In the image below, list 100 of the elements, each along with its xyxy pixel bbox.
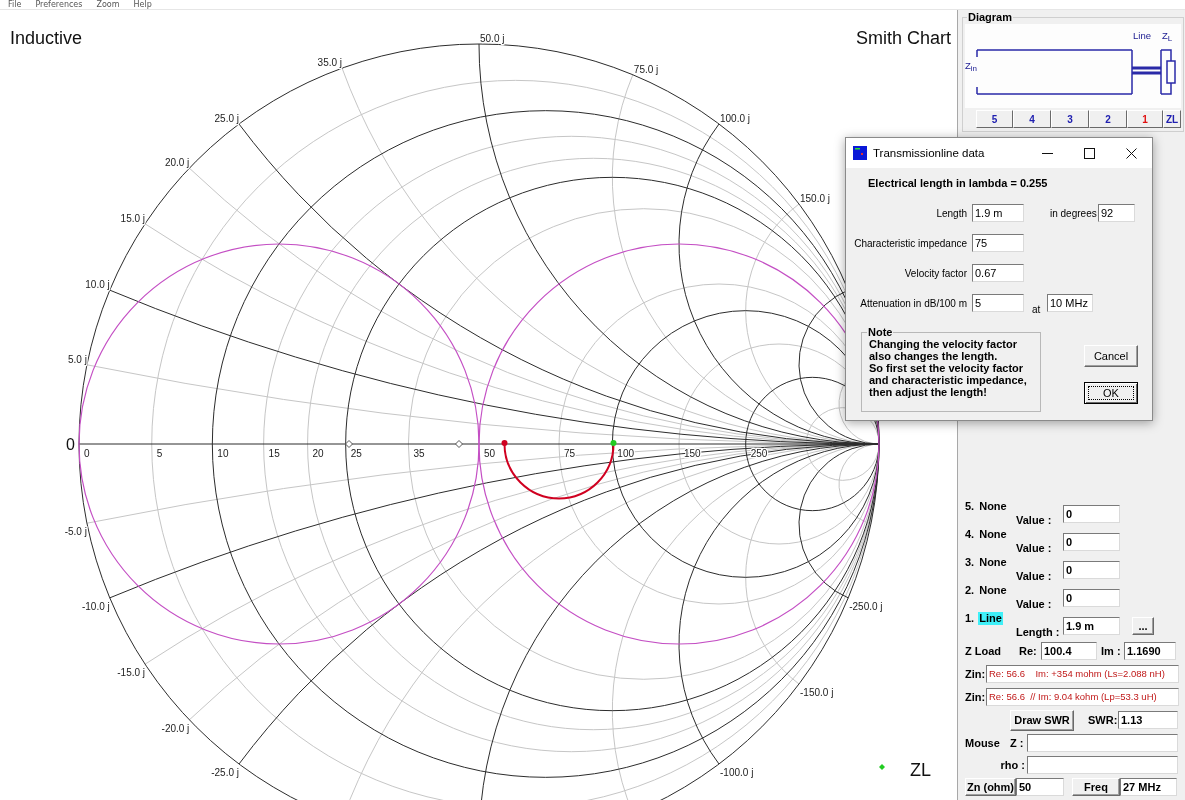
resistance-label: 50 [484, 448, 496, 459]
input-field[interactable]: 75 [972, 234, 1024, 252]
dialog-button[interactable]: Cancel [1084, 345, 1138, 367]
element-button[interactable]: 4 [1013, 110, 1051, 128]
input-field[interactable] [1027, 756, 1178, 774]
input-field[interactable]: 1.13 [1118, 711, 1178, 729]
resistance-label: 100 [617, 448, 634, 459]
input-field[interactable]: 5 [972, 294, 1024, 312]
menu-item[interactable]: Zoom [96, 0, 120, 9]
field-label: Im : [1101, 645, 1122, 657]
app-icon [853, 146, 867, 160]
field-label: SWR: [1088, 714, 1118, 726]
input-field[interactable]: 92 [1098, 204, 1135, 222]
load-impedance-marker [610, 440, 617, 446]
menu-item[interactable]: Help [133, 0, 152, 9]
input-field[interactable]: 100.4 [1041, 642, 1097, 660]
reactance-label: 5.0 j [68, 353, 87, 365]
element-type[interactable]: Line [978, 612, 1003, 625]
input-field[interactable] [1027, 734, 1178, 752]
reactance-label: -150.0 j [800, 687, 834, 698]
resistance-label: 25 [350, 448, 362, 459]
reactance-label: 50.0 j [480, 33, 505, 44]
field-label: Mouse [965, 737, 1001, 749]
chart-title: Smith Chart [856, 28, 952, 48]
resistance-label: 15 [268, 448, 280, 459]
element-type[interactable]: None [978, 528, 1008, 541]
resistance-label: 75 [564, 448, 576, 459]
origin-label: 0 [66, 436, 75, 453]
setting-button[interactable]: Freq [1072, 778, 1120, 796]
reactance-label: 100.0 j [720, 113, 751, 124]
group-title: Note [867, 326, 894, 338]
reactance-label: -25.0 j [211, 767, 239, 778]
readout-field: Re: 56.6 Im: +354 mohm (Ls=2.088 nH) [986, 664, 1179, 683]
dialog-title: Transmissionline data [873, 147, 986, 159]
reactance-label: 150.0 j [800, 193, 831, 204]
resistance-label: 10 [217, 448, 229, 459]
input-field[interactable]: 0.67 [972, 264, 1024, 282]
element-type[interactable]: None [978, 584, 1008, 597]
menu-item[interactable]: Preferences [35, 0, 83, 9]
reactance-label: 20.0 j [164, 157, 190, 169]
element-number: 3. [965, 556, 975, 569]
reactance-label: 10.0 j [85, 279, 110, 291]
input-field[interactable]: 1.9 m [1063, 617, 1120, 635]
dialog-heading: Electrical length in lambda = 0.255 [868, 177, 1049, 190]
resistance-label: 5 [156, 448, 163, 459]
element-number: 5. [965, 500, 975, 513]
field-label: Characteristic impedance [853, 237, 967, 249]
resistance-label: 35 [413, 448, 425, 459]
field-label: Zin: [965, 667, 986, 680]
input-field[interactable]: 27 MHz [1120, 778, 1177, 796]
field-label: Length [935, 207, 967, 219]
menu-item[interactable]: File [8, 0, 22, 9]
maximize-icon [1083, 147, 1095, 159]
diamond-marker [345, 440, 353, 448]
resistance-label: 0 [84, 448, 90, 459]
field-label: Zin: [965, 690, 986, 703]
chart-corner-label: Inductive [10, 28, 83, 48]
element-button[interactable]: 5 [976, 110, 1013, 128]
reactance-label: -20.0 j [161, 722, 190, 734]
note-text: Changing the velocity factor also changes the length. So first set the velocity factor and characteristic impedance, then adjust the length! [869, 338, 1028, 398]
input-field[interactable]: 50 [1016, 778, 1064, 796]
reactance-label: 15.0 j [120, 212, 146, 224]
field-label: Velocity factor [903, 267, 967, 279]
dialog-button[interactable]: OK [1084, 382, 1138, 404]
element-button[interactable]: 1 [1127, 110, 1163, 128]
reactance-label: -5.0 j [64, 526, 87, 538]
reactance-label: -250.0 j [849, 600, 883, 612]
element-button[interactable]: ZL [1163, 110, 1181, 128]
input-field[interactable]: 1.9 m [972, 204, 1024, 222]
field-label: rho : [999, 759, 1025, 771]
element-type[interactable]: None [978, 500, 1008, 513]
diamond-marker [455, 440, 463, 448]
close-icon [1125, 147, 1137, 159]
input-field[interactable]: 0 [1063, 589, 1120, 607]
field-label: Z : [1010, 737, 1025, 749]
reactance-label: -100.0 j [720, 767, 754, 778]
element-number: 1. [965, 612, 975, 625]
draw-swr-button[interactable]: Draw SWR [1010, 709, 1074, 731]
element-button[interactable]: 3 [1051, 110, 1089, 128]
input-field[interactable]: 10 MHz [1047, 294, 1093, 312]
group-title: Diagram [967, 12, 1014, 23]
field-label: Value : [1016, 598, 1053, 612]
input-field[interactable]: 0 [1063, 505, 1120, 523]
setting-button[interactable]: Zn (ohm) [965, 778, 1016, 796]
input-label: Z$_{in}$ [965, 60, 978, 74]
input-field[interactable]: 0 [1063, 561, 1120, 579]
input-impedance-marker [501, 440, 508, 446]
input-field[interactable]: 1.1690 [1124, 642, 1176, 660]
more-button[interactable]: ... [1132, 617, 1154, 635]
element-button[interactable]: 2 [1089, 110, 1127, 128]
legend-marker-icon [879, 764, 885, 770]
input-field[interactable]: 0 [1063, 533, 1120, 551]
field-label: Z Load [965, 645, 1003, 657]
reactance-label: -15.0 j [117, 667, 146, 679]
load-label: Z$_{L}$ [1162, 30, 1173, 44]
field-label: Attenuation in dB/100 m [859, 297, 967, 309]
legend-label: ZL [910, 760, 931, 780]
line-label: Line [1133, 30, 1151, 41]
resistance-label: 20 [312, 448, 324, 459]
element-type[interactable]: None [978, 556, 1008, 569]
